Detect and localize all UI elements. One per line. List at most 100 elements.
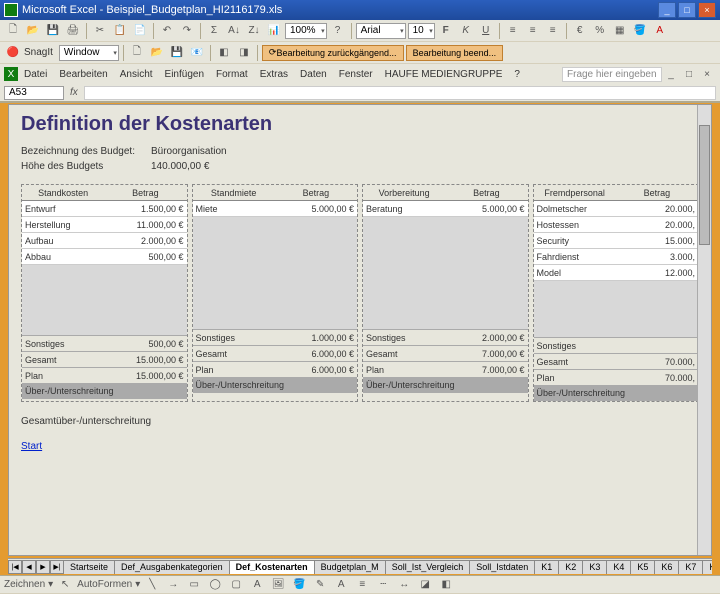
table-row[interactable]: Herstellung11.000,00 € (22, 217, 187, 233)
wordart-icon[interactable]: A (248, 576, 266, 594)
sheet-tab-K6[interactable]: K6 (654, 560, 679, 574)
maximize-button[interactable]: □ (678, 2, 696, 18)
menu-fenster[interactable]: Fenster (333, 67, 379, 82)
empty-row[interactable] (363, 301, 528, 315)
empty-row[interactable] (193, 245, 358, 259)
copy-icon[interactable]: 📋 (111, 22, 129, 40)
table-row[interactable]: Hostessen20.000, (534, 217, 699, 233)
empty-row[interactable] (193, 217, 358, 231)
minimize-button[interactable]: _ (658, 2, 676, 18)
tool-icon-1[interactable]: 🗋 (128, 44, 146, 62)
sheet-tab-K8[interactable]: K8 (702, 560, 712, 574)
dash-icon[interactable]: ┄ (374, 576, 392, 594)
end-edit-button[interactable]: Bearbeitung beend... (406, 45, 504, 61)
empty-row[interactable] (22, 307, 187, 321)
cut-icon[interactable]: ✂ (91, 22, 109, 40)
sheet-tab-K7[interactable]: K7 (678, 560, 703, 574)
table-row[interactable]: Abbau500,00 € (22, 249, 187, 265)
empty-row[interactable] (22, 321, 187, 335)
empty-row[interactable] (363, 245, 528, 259)
empty-row[interactable] (534, 281, 699, 295)
table-row[interactable]: Dolmetscher20.000, (534, 201, 699, 217)
linecolor-icon[interactable]: ✎ (311, 576, 329, 594)
align-left-icon[interactable]: ≡ (504, 22, 522, 40)
empty-row[interactable] (534, 309, 699, 323)
empty-row[interactable] (363, 217, 528, 231)
doc-minimize-icon[interactable]: _ (662, 65, 680, 83)
zoom-select[interactable]: 100% (285, 23, 327, 39)
align-center-icon[interactable]: ≡ (524, 22, 542, 40)
sort-desc-icon[interactable]: Z↓ (245, 22, 263, 40)
select-icon[interactable]: ↖ (56, 576, 74, 594)
tool-icon-3[interactable]: 💾 (168, 44, 186, 62)
empty-row[interactable] (363, 231, 528, 245)
empty-row[interactable] (22, 293, 187, 307)
sort-asc-icon[interactable]: A↓ (225, 22, 243, 40)
sheet-tab-K5[interactable]: K5 (630, 560, 655, 574)
menu-format[interactable]: Format (210, 67, 254, 82)
empty-row[interactable] (363, 273, 528, 287)
lineweight-icon[interactable]: ≡ (353, 576, 371, 594)
formula-input[interactable] (84, 86, 716, 100)
font-color-icon[interactable]: A (651, 22, 669, 40)
save-icon[interactable]: 💾 (44, 22, 62, 40)
new-icon[interactable]: 🗋 (4, 22, 22, 40)
table-row[interactable]: Security15.000, (534, 233, 699, 249)
revert-edit-button[interactable]: ⟳ Bearbeitung zurückgängend... (262, 45, 404, 61)
align-right-icon[interactable]: ≡ (544, 22, 562, 40)
draw-menu[interactable]: Zeichnen (4, 579, 45, 590)
font-select[interactable]: Arial (356, 23, 406, 39)
percent-icon[interactable]: % (591, 22, 609, 40)
menu-extras[interactable]: Extras (254, 67, 294, 82)
empty-row[interactable] (363, 315, 528, 329)
arrow-icon[interactable]: → (164, 576, 182, 594)
font-size-select[interactable]: 10 (408, 23, 435, 39)
sheet-tab-K3[interactable]: K3 (582, 560, 607, 574)
empty-row[interactable] (193, 287, 358, 301)
empty-row[interactable] (193, 259, 358, 273)
italic-icon[interactable]: K (457, 22, 475, 40)
snagit-window-select[interactable]: Window (59, 45, 119, 61)
3d-icon[interactable]: ◧ (437, 576, 455, 594)
underline-icon[interactable]: U (477, 22, 495, 40)
paste-icon[interactable]: 📄 (131, 22, 149, 40)
fontcolor-icon[interactable]: A (332, 576, 350, 594)
menu-einfügen[interactable]: Einfügen (159, 67, 210, 82)
fill-color-icon[interactable]: 🪣 (631, 22, 649, 40)
close-button[interactable]: × (698, 2, 716, 18)
empty-row[interactable] (22, 265, 187, 279)
empty-row[interactable] (22, 279, 187, 293)
sheet-tab-Soll_Istdaten[interactable]: Soll_Istdaten (469, 560, 535, 574)
chart-icon[interactable]: 📊 (265, 22, 283, 40)
menu-ansicht[interactable]: Ansicht (114, 67, 159, 82)
autosum-icon[interactable]: Σ (205, 22, 223, 40)
snagit-icon[interactable]: 🔴 (4, 44, 22, 62)
empty-row[interactable] (534, 295, 699, 309)
sheet-tab-Def_Ausgabenkategorien[interactable]: Def_Ausgabenkategorien (114, 560, 230, 574)
menu-daten[interactable]: Daten (294, 67, 333, 82)
app-icon[interactable]: X (4, 67, 18, 81)
tab-nav-1[interactable]: ◀ (22, 560, 36, 574)
sheet-tab-K4[interactable]: K4 (606, 560, 631, 574)
line-icon[interactable]: ╲ (143, 576, 161, 594)
autoshapes-menu[interactable]: AutoFormen (77, 579, 132, 590)
menu-datei[interactable]: Datei (18, 67, 53, 82)
cell-reference-box[interactable]: A53 (4, 86, 64, 100)
menu-bearbeiten[interactable]: Bearbeiten (53, 67, 113, 82)
empty-row[interactable] (193, 315, 358, 329)
arrowstyle-icon[interactable]: ↔ (395, 576, 413, 594)
clipart-icon[interactable]: 🖼 (269, 576, 287, 594)
open-icon[interactable]: 📂 (24, 22, 42, 40)
borders-icon[interactable]: ▦ (611, 22, 629, 40)
ask-question-input[interactable]: Frage hier eingeben (562, 67, 662, 82)
fx-icon[interactable]: fx (70, 87, 78, 98)
empty-row[interactable] (193, 301, 358, 315)
table-row[interactable]: Entwurf1.500,00 € (22, 201, 187, 217)
doc-close-icon[interactable]: × (698, 65, 716, 83)
start-link[interactable]: Start (21, 441, 42, 452)
help-icon[interactable]: ? (329, 22, 347, 40)
empty-row[interactable] (193, 231, 358, 245)
empty-row[interactable] (534, 323, 699, 337)
sheet-tab-K2[interactable]: K2 (558, 560, 583, 574)
tab-nav-3[interactable]: ▶| (50, 560, 64, 574)
